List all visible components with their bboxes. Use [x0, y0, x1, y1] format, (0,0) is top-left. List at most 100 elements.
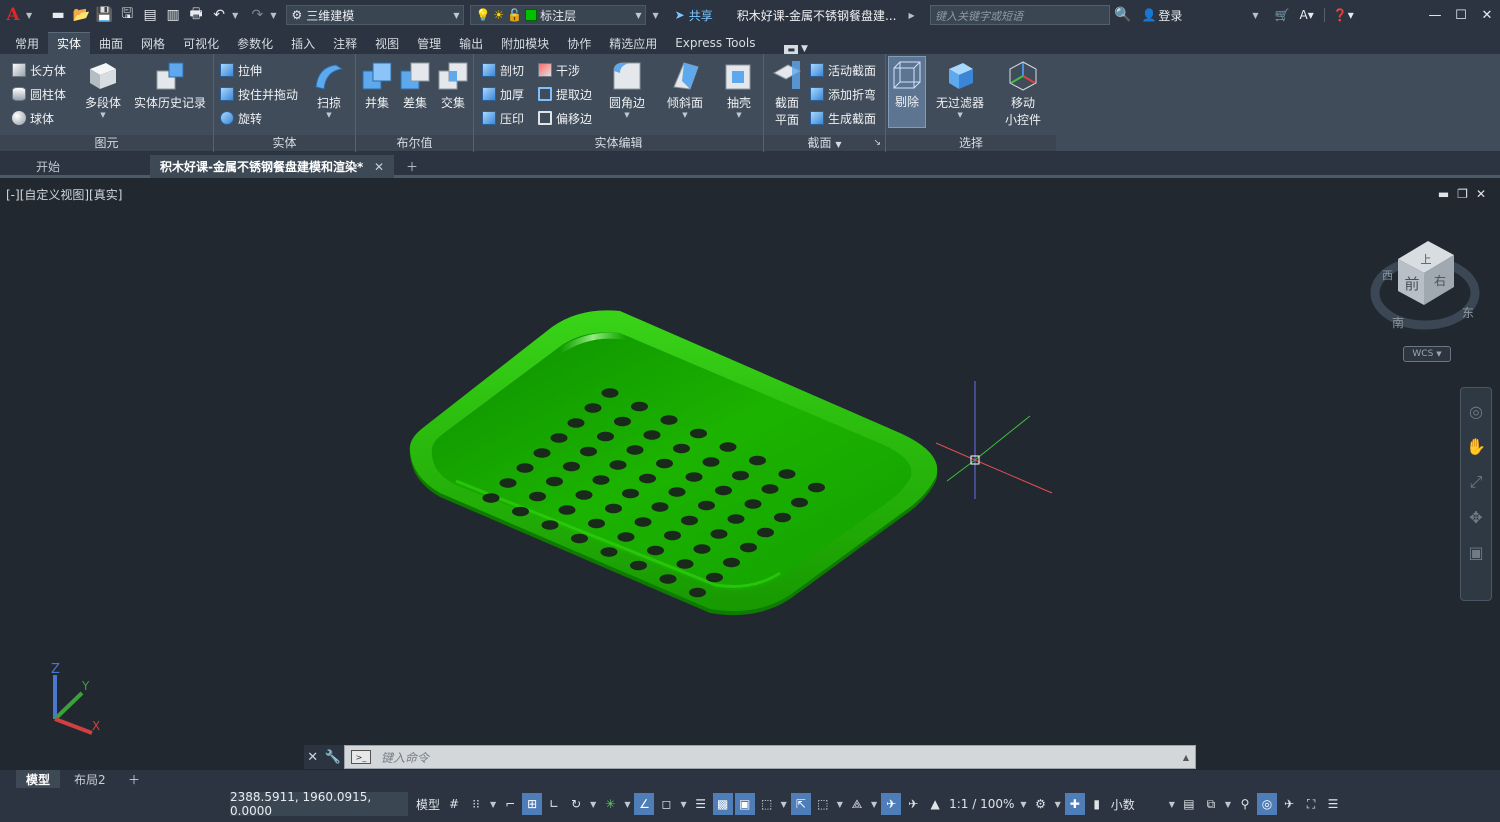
clean-screen-icon[interactable]: ⛶	[1301, 793, 1321, 815]
chevron-up-icon[interactable]: ▲	[1183, 753, 1189, 762]
ribbon-tab-12[interactable]: 协作	[558, 32, 600, 54]
selection-cycling-icon[interactable]: ▣	[734, 793, 755, 815]
annotation-scale-icon[interactable]: ▲	[925, 793, 945, 815]
tab-drawing[interactable]: 积木好课-金属不锈钢餐盘建模和渲染* ✕	[150, 155, 394, 178]
close-icon[interactable]: ✕	[1474, 0, 1500, 30]
undo-icon[interactable]: ↶	[209, 5, 229, 25]
add-jog-button[interactable]: 添加折弯	[810, 83, 876, 105]
no-filter-button[interactable]: 无过滤器 ▼	[936, 58, 984, 119]
imprint-button[interactable]: 压印	[482, 107, 524, 129]
ribbon-tab-11[interactable]: 附加模块	[492, 32, 558, 54]
ribbon-tab-9[interactable]: 管理	[408, 32, 450, 54]
showmotion-icon[interactable]: ▣	[1468, 543, 1483, 562]
cylinder-button[interactable]: 圆柱体	[12, 83, 66, 105]
wrench-icon[interactable]: 🔧	[325, 750, 341, 765]
annotation-visibility-icon[interactable]: ✈	[881, 793, 902, 815]
graphics-performance-icon[interactable]: ✈	[1279, 793, 1299, 815]
intersect-button[interactable]: 交集	[434, 58, 472, 111]
ribbon-minimize-toggle[interactable]: ▬ ▼	[784, 44, 808, 54]
annotation-scale-value[interactable]: 1:1 / 100%	[947, 793, 1016, 815]
help-icon[interactable]: ❓▾	[1323, 8, 1354, 22]
user-icon[interactable]: 👤	[1141, 8, 1156, 22]
units-value[interactable]: 小数	[1109, 793, 1165, 815]
union-button[interactable]: 并集	[358, 58, 396, 111]
chevron-down-icon[interactable]: ▼	[622, 793, 632, 815]
add-layout-button[interactable]: ＋	[118, 770, 150, 788]
live-section-button[interactable]: 活动截面	[810, 59, 876, 81]
chevron-down-icon[interactable]: ▼	[1223, 793, 1233, 815]
grid-icon[interactable]: #	[444, 793, 464, 815]
steering-wheel-icon[interactable]: ◎	[1469, 402, 1483, 421]
ribbon-tab-14[interactable]: Express Tools	[666, 32, 764, 54]
shell-button[interactable]: 抽壳 ▼	[720, 58, 758, 119]
selection-filter-icon[interactable]: ⬚	[813, 793, 833, 815]
pan-hand-icon[interactable]: ✋	[1466, 437, 1486, 456]
cart-icon[interactable]: 🛒	[1275, 8, 1290, 22]
annotation-monitor-icon[interactable]: ✚	[1064, 793, 1085, 815]
layer-select[interactable]: 💡 ☀ 🔓 标注层 ▼	[470, 5, 647, 25]
compass-east[interactable]: 东	[1462, 306, 1474, 320]
tab-start[interactable]: 开始	[26, 155, 150, 178]
extract-edges-button[interactable]: 提取边	[538, 83, 592, 105]
panel-title-section[interactable]: 截面 ▼ ↘	[764, 135, 885, 151]
quick-properties-icon[interactable]: ▤	[1179, 793, 1199, 815]
box-button[interactable]: 长方体	[12, 59, 66, 81]
presspull-button[interactable]: 按住并拖动	[220, 83, 298, 105]
isodraft-icon[interactable]: ✳	[600, 793, 620, 815]
chevron-down-icon[interactable]: ▼	[1167, 793, 1177, 815]
slice-button[interactable]: 剖切	[482, 59, 524, 81]
ribbon-tab-2[interactable]: 曲面	[90, 32, 132, 54]
close-icon[interactable]: ✕	[307, 750, 318, 765]
dialog-launcher-icon[interactable]: ↘	[873, 135, 881, 151]
maximize-icon[interactable]: ☐	[1448, 0, 1474, 30]
chevron-down-icon[interactable]: ▼	[678, 793, 688, 815]
3d-object-snap-icon[interactable]: ⬚	[757, 793, 777, 815]
culling-button[interactable]: 剔除	[888, 56, 926, 128]
thicken-button[interactable]: 加厚	[482, 83, 524, 105]
lineweight-icon[interactable]: ☰	[691, 793, 711, 815]
steel-tray-model[interactable]	[409, 310, 938, 616]
interfere-button[interactable]: 干涉	[538, 59, 580, 81]
compass-west[interactable]: 西	[1382, 269, 1393, 282]
qa-customize-icon[interactable]: ▼	[652, 11, 658, 20]
customization-menu-icon[interactable]: ☰	[1323, 793, 1343, 815]
plot-printer-icon[interactable]: 🖶	[186, 5, 206, 25]
chevron-down-icon[interactable]: ▼	[1018, 793, 1028, 815]
chevron-down-icon[interactable]: ▼	[488, 793, 498, 815]
subtract-button[interactable]: 差集	[396, 58, 434, 111]
orbit-icon[interactable]: ✥	[1469, 508, 1482, 527]
offset-edge-button[interactable]: 偏移边	[538, 107, 592, 129]
compass-south[interactable]: 南	[1392, 315, 1404, 330]
command-prompt-icon[interactable]: >_	[351, 750, 371, 764]
auto-scale-icon[interactable]: ✈	[903, 793, 923, 815]
viewcube-front-face[interactable]: 前	[1404, 275, 1419, 293]
gizmo-icon[interactable]: ⟁	[847, 793, 867, 815]
search-input[interactable]: 键入关键字或短语	[930, 5, 1110, 25]
app-menu-caret-icon[interactable]: ▼	[26, 11, 32, 20]
move-gizmo-button[interactable]: 移动 小控件	[1004, 58, 1042, 128]
section-plane-button[interactable]: 截面 平面	[768, 58, 806, 128]
ribbon-tab-10[interactable]: 输出	[450, 32, 492, 54]
login-link[interactable]: 登录	[1158, 7, 1182, 24]
snap-icon[interactable]: ⁝⁝	[466, 793, 486, 815]
tab-model[interactable]: 模型	[16, 770, 61, 788]
ribbon-tab-8[interactable]: 视图	[366, 32, 408, 54]
fillet-edge-button[interactable]: 圆角边 ▼	[608, 58, 646, 119]
new-file-icon[interactable]: ▬	[48, 5, 68, 25]
ribbon-tab-13[interactable]: 精选应用	[600, 32, 666, 54]
dynamic-ucs-icon[interactable]: ⇱	[790, 793, 811, 815]
solid-history-button[interactable]: 实体历史记录	[134, 58, 206, 111]
redo-icon[interactable]: ↷	[247, 5, 267, 25]
minimize-icon[interactable]: —	[1422, 0, 1448, 30]
viewcube-right-face[interactable]: 右	[1434, 273, 1446, 288]
zoom-extents-icon[interactable]: ⤢	[1470, 472, 1483, 492]
workspace-select[interactable]: ⚙ 三维建模 ▼	[286, 5, 465, 25]
new-tab-button[interactable]: ＋	[396, 155, 428, 178]
chevron-down-icon[interactable]: ▼	[779, 793, 789, 815]
ribbon-tab-3[interactable]: 网格	[132, 32, 174, 54]
units-icon[interactable]: ▮	[1087, 793, 1107, 815]
extrude-button[interactable]: 拉伸	[220, 59, 262, 81]
login-dropdown-icon[interactable]: ▼	[1252, 11, 1258, 20]
model-space-toggle[interactable]: 模型	[414, 793, 442, 815]
transparency-icon[interactable]: ▩	[712, 793, 733, 815]
